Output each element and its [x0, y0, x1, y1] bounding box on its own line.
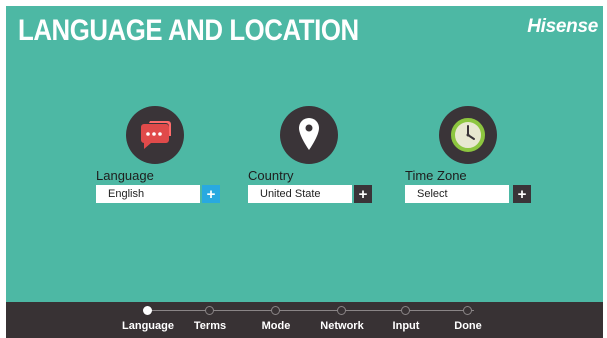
page-title: LANGUAGE AND LOCATION — [18, 14, 359, 47]
time-zone-select[interactable]: Select — [405, 185, 509, 203]
time-zone-label: Time Zone — [405, 168, 467, 183]
chat-bubbles-icon — [126, 106, 184, 164]
plus-icon: + — [358, 185, 368, 203]
language-label: Language — [96, 168, 154, 183]
step-dot — [401, 306, 410, 315]
time-zone-plus-button[interactable]: + — [513, 185, 531, 203]
language-value: English — [108, 188, 145, 200]
language-plus-button[interactable]: + — [202, 185, 220, 203]
map-pin-icon — [280, 106, 338, 164]
clock-icon — [439, 106, 497, 164]
step-label: Done — [454, 320, 482, 332]
plus-icon: + — [517, 185, 527, 203]
progress-line — [148, 310, 474, 311]
time-zone-value: Select — [417, 188, 448, 200]
step-dot-active — [143, 306, 152, 315]
step-dot — [271, 306, 280, 315]
country-label: Country — [248, 168, 294, 183]
country-select[interactable]: United State — [248, 185, 352, 203]
country-plus-button[interactable]: + — [354, 185, 372, 203]
language-select[interactable]: English — [96, 185, 200, 203]
setup-progress-bar: Language Terms Mode Network Input Done — [6, 302, 603, 338]
brand-logo: Hisense — [527, 16, 598, 37]
step-dot — [463, 306, 472, 315]
setup-screen: LANGUAGE AND LOCATION Hisense Language E… — [6, 6, 603, 338]
plus-icon: + — [206, 185, 216, 203]
step-dot — [205, 306, 214, 315]
step-dot — [337, 306, 346, 315]
country-value: United State — [260, 188, 321, 200]
